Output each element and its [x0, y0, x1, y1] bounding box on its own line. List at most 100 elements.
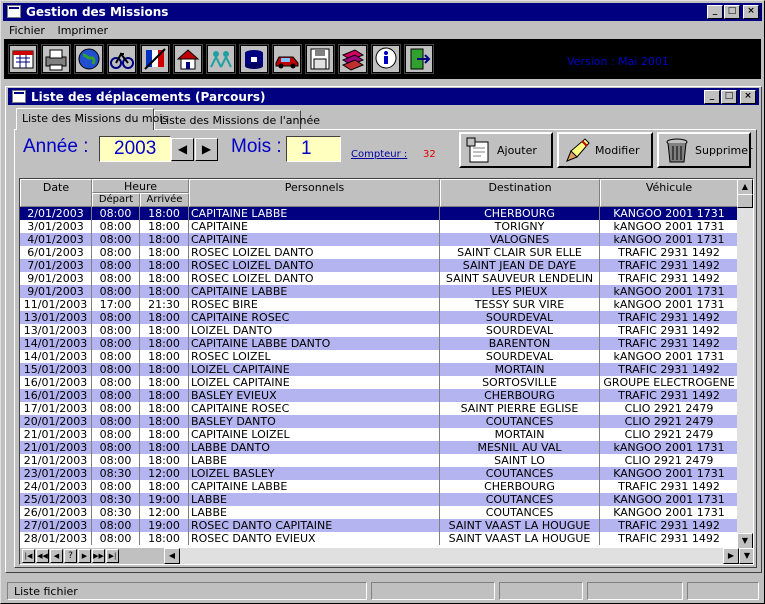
cell-vehicule: kANGOO 2001 1731 [613, 220, 725, 233]
table-row[interactable]: 28/01/2003 08:00 18:00 ROSEC DANTO EVIEUX SA… [20, 532, 738, 545]
horizontal-scrollbar[interactable]: ◀ ▶ [164, 548, 739, 564]
menu-fichier[interactable]: Fichier [3, 22, 48, 37]
previous-page-button[interactable]: ◀◀ [36, 549, 49, 563]
next-page-button[interactable]: ▶▶ [92, 549, 105, 563]
table-row[interactable]: 2/01/2003 08:00 18:00 CAPITAINE LABBE CHERBO… [20, 207, 738, 220]
books-icon[interactable] [338, 44, 368, 74]
people-icon[interactable] [206, 44, 236, 74]
cell-personnels: ROSEC DANTO CAPITAINE [189, 519, 440, 532]
next-record-button[interactable]: ▶ [78, 549, 91, 563]
window-close-button[interactable]: × [740, 90, 756, 104]
cell-personnels: ROSEC LOIZEL DANTO [189, 259, 440, 272]
cell-vehicule: TRAFIC 2931 1492 [618, 389, 720, 402]
counter-label: Compteur : [351, 149, 408, 160]
table-row[interactable]: 26/01/2003 08:30 12:00 LABBE COUTANCES KANGOO… [20, 506, 738, 519]
table-row[interactable]: 24/01/2003 08:00 18:00 CAPITAINE LABBE CHERB… [20, 480, 738, 493]
previous-record-button[interactable]: ◀ [50, 549, 63, 563]
table-row[interactable]: 16/01/2003 08:00 18:00 BASLEY EVIEUX CHERBOU… [20, 389, 738, 402]
table-row[interactable]: 15/01/2003 08:00 18:00 LOIZEL CAPITAINE MORT… [20, 363, 738, 376]
cell-vehicule: TRAFIC 2931 1492 [618, 363, 720, 376]
minimize-button[interactable]: _ [707, 5, 723, 19]
header-depart[interactable]: Départ [92, 193, 140, 207]
first-record-button[interactable]: |◀ [22, 549, 35, 563]
cell-destination: SAINT CLAIR SUR ELLE [440, 246, 600, 259]
calendar-icon[interactable] [8, 44, 38, 74]
scroll-down-button[interactable]: ▼ [737, 533, 753, 549]
year-next-button[interactable]: ▶ [195, 138, 218, 161]
year-field[interactable]: 2003 [99, 136, 171, 162]
table-row[interactable]: 21/01/2003 08:00 18:00 LABBE DANTO MESNIL AU… [20, 441, 738, 454]
cell-destination: SAINT PIERRE EGLISE [440, 402, 600, 415]
floppy-icon[interactable] [305, 44, 335, 74]
status-bar: Liste fichier [3, 581, 762, 601]
table-row[interactable]: 13/01/2003 08:00 18:00 CAPITAINE ROSEC SOURD… [20, 311, 738, 324]
exit-door-icon[interactable] [404, 44, 434, 74]
table-row[interactable]: 9/01/2003 08:00 18:00 CAPITAINE LABBE LES PI… [20, 285, 738, 298]
bicycle-icon[interactable] [107, 44, 137, 74]
cell-vehicule: TRAFIC 2931 1492 [618, 311, 720, 324]
cell-depart: 08:00 [92, 363, 140, 376]
tab-missions-month[interactable]: Liste des Missions du mois [16, 108, 168, 130]
scroll-right-button[interactable]: ▶ [723, 548, 739, 564]
cell-depart: 08:00 [92, 389, 140, 402]
table-row[interactable]: 21/01/2003 08:00 18:00 LABBE SAINT LO CLIO 29… [20, 454, 738, 467]
cell-personnels: LOIZEL DANTO [189, 324, 440, 337]
table-row[interactable]: 20/01/2003 08:00 18:00 BASLEY DANTO COUTANCE… [20, 415, 738, 428]
car-icon[interactable] [272, 44, 302, 74]
scroll-up-button[interactable]: ▲ [737, 179, 753, 195]
table-row[interactable]: 9/01/2003 08:00 18:00 ROSEC LOIZEL DANTO SAI… [20, 272, 738, 285]
table-row[interactable]: 23/01/2003 08:30 12:00 LOIZEL BASLEY COUTANC… [20, 467, 738, 480]
delete-button[interactable]: Supprimer [657, 132, 753, 168]
header-destination[interactable]: Destination [440, 179, 600, 207]
last-record-button[interactable]: ▶| [106, 549, 119, 563]
scroll-down-corner-button[interactable]: ▼ [739, 548, 753, 564]
table-row[interactable]: 16/01/2003 08:00 18:00 LOIZEL CAPITAINE SORT… [20, 376, 738, 389]
table-row[interactable]: 14/01/2003 08:00 18:00 ROSEC LOIZEL SOURDEVA… [20, 350, 738, 363]
table-row[interactable]: 4/01/2003 08:00 18:00 CAPITAINE VALOGNES kANG… [20, 233, 738, 246]
table-row[interactable]: 3/01/2003 08:00 18:00 CAPITAINE TORIGNY kANGO… [20, 220, 738, 233]
year-prev-button[interactable]: ◀ [171, 138, 194, 161]
window-maximize-button[interactable]: □ [721, 90, 737, 104]
scroll-thumb[interactable] [737, 194, 753, 208]
header-vehicule[interactable]: Véhicule [600, 179, 738, 207]
close-button[interactable]: × [743, 5, 759, 19]
table-row[interactable]: 21/01/2003 08:00 18:00 CAPITAINE LOIZEL MORT… [20, 428, 738, 441]
help-button[interactable]: ? [64, 549, 77, 563]
table-row[interactable]: 27/01/2003 08:00 19:00 ROSEC DANTO CAPITAIN… [20, 519, 738, 532]
maximize-button[interactable]: □ [724, 5, 740, 19]
tab-missions-year[interactable]: Liste des Missions de l'année [154, 110, 320, 130]
cell-vehicule: TRAFIC 2931 1492 [618, 324, 720, 337]
cell-personnels: ROSEC DANTO EVIEUX [189, 532, 440, 545]
table-row[interactable]: 17/01/2003 08:00 18:00 CAPITAINE ROSEC SAINT… [20, 402, 738, 415]
table-row[interactable]: 6/01/2003 08:00 18:00 ROSEC LOIZEL DANTO SAI… [20, 246, 738, 259]
flag-icon[interactable] [140, 44, 170, 74]
window-minimize-button[interactable]: _ [704, 90, 720, 104]
add-button[interactable]: Ajouter [459, 132, 553, 168]
cell-depart: 08:00 [92, 532, 140, 545]
window-title-bar: Liste des déplacements (Parcours) _ □ × [8, 88, 759, 105]
cell-date: 13/01/2003 [20, 324, 92, 337]
header-personnels[interactable]: Personnels [189, 179, 440, 207]
header-date[interactable]: Date [20, 179, 92, 207]
cell-arrivee: 18:00 [140, 220, 189, 233]
table-row[interactable]: 13/01/2003 08:00 18:00 LOIZEL DANTO SOURDEVA… [20, 324, 738, 337]
house-icon[interactable] [173, 44, 203, 74]
menu-imprimer[interactable]: Imprimer [51, 22, 111, 37]
printer-icon[interactable] [41, 44, 71, 74]
info-icon[interactable] [371, 44, 401, 74]
globe-icon[interactable] [74, 44, 104, 74]
edit-button[interactable]: Modifier [557, 132, 653, 168]
month-field[interactable]: 1 [286, 136, 341, 162]
cell-personnels: ROSEC LOIZEL DANTO [189, 246, 440, 259]
vertical-scrollbar[interactable]: ▲ ▼ [737, 179, 753, 549]
table-row[interactable]: 25/01/2003 08:30 19:00 LABBE COUTANCES KANGOO… [20, 493, 738, 506]
table-row[interactable]: 11/01/2003 17:00 21:30 ROSEC BIRE TESSY SUR … [20, 298, 738, 311]
header-arrivee[interactable]: Arrivée [140, 193, 189, 207]
cell-depart: 08:00 [92, 519, 140, 532]
cell-depart: 08:00 [92, 428, 140, 441]
pot-icon[interactable] [239, 44, 269, 74]
table-row[interactable]: 7/01/2003 08:00 18:00 ROSEC LOIZEL DANTO SAI… [20, 259, 738, 272]
cell-date: 26/01/2003 [20, 506, 92, 519]
scroll-left-button[interactable]: ◀ [164, 548, 180, 564]
table-row[interactable]: 14/01/2003 08:00 18:00 CAPITAINE LABBE DANT… [20, 337, 738, 350]
